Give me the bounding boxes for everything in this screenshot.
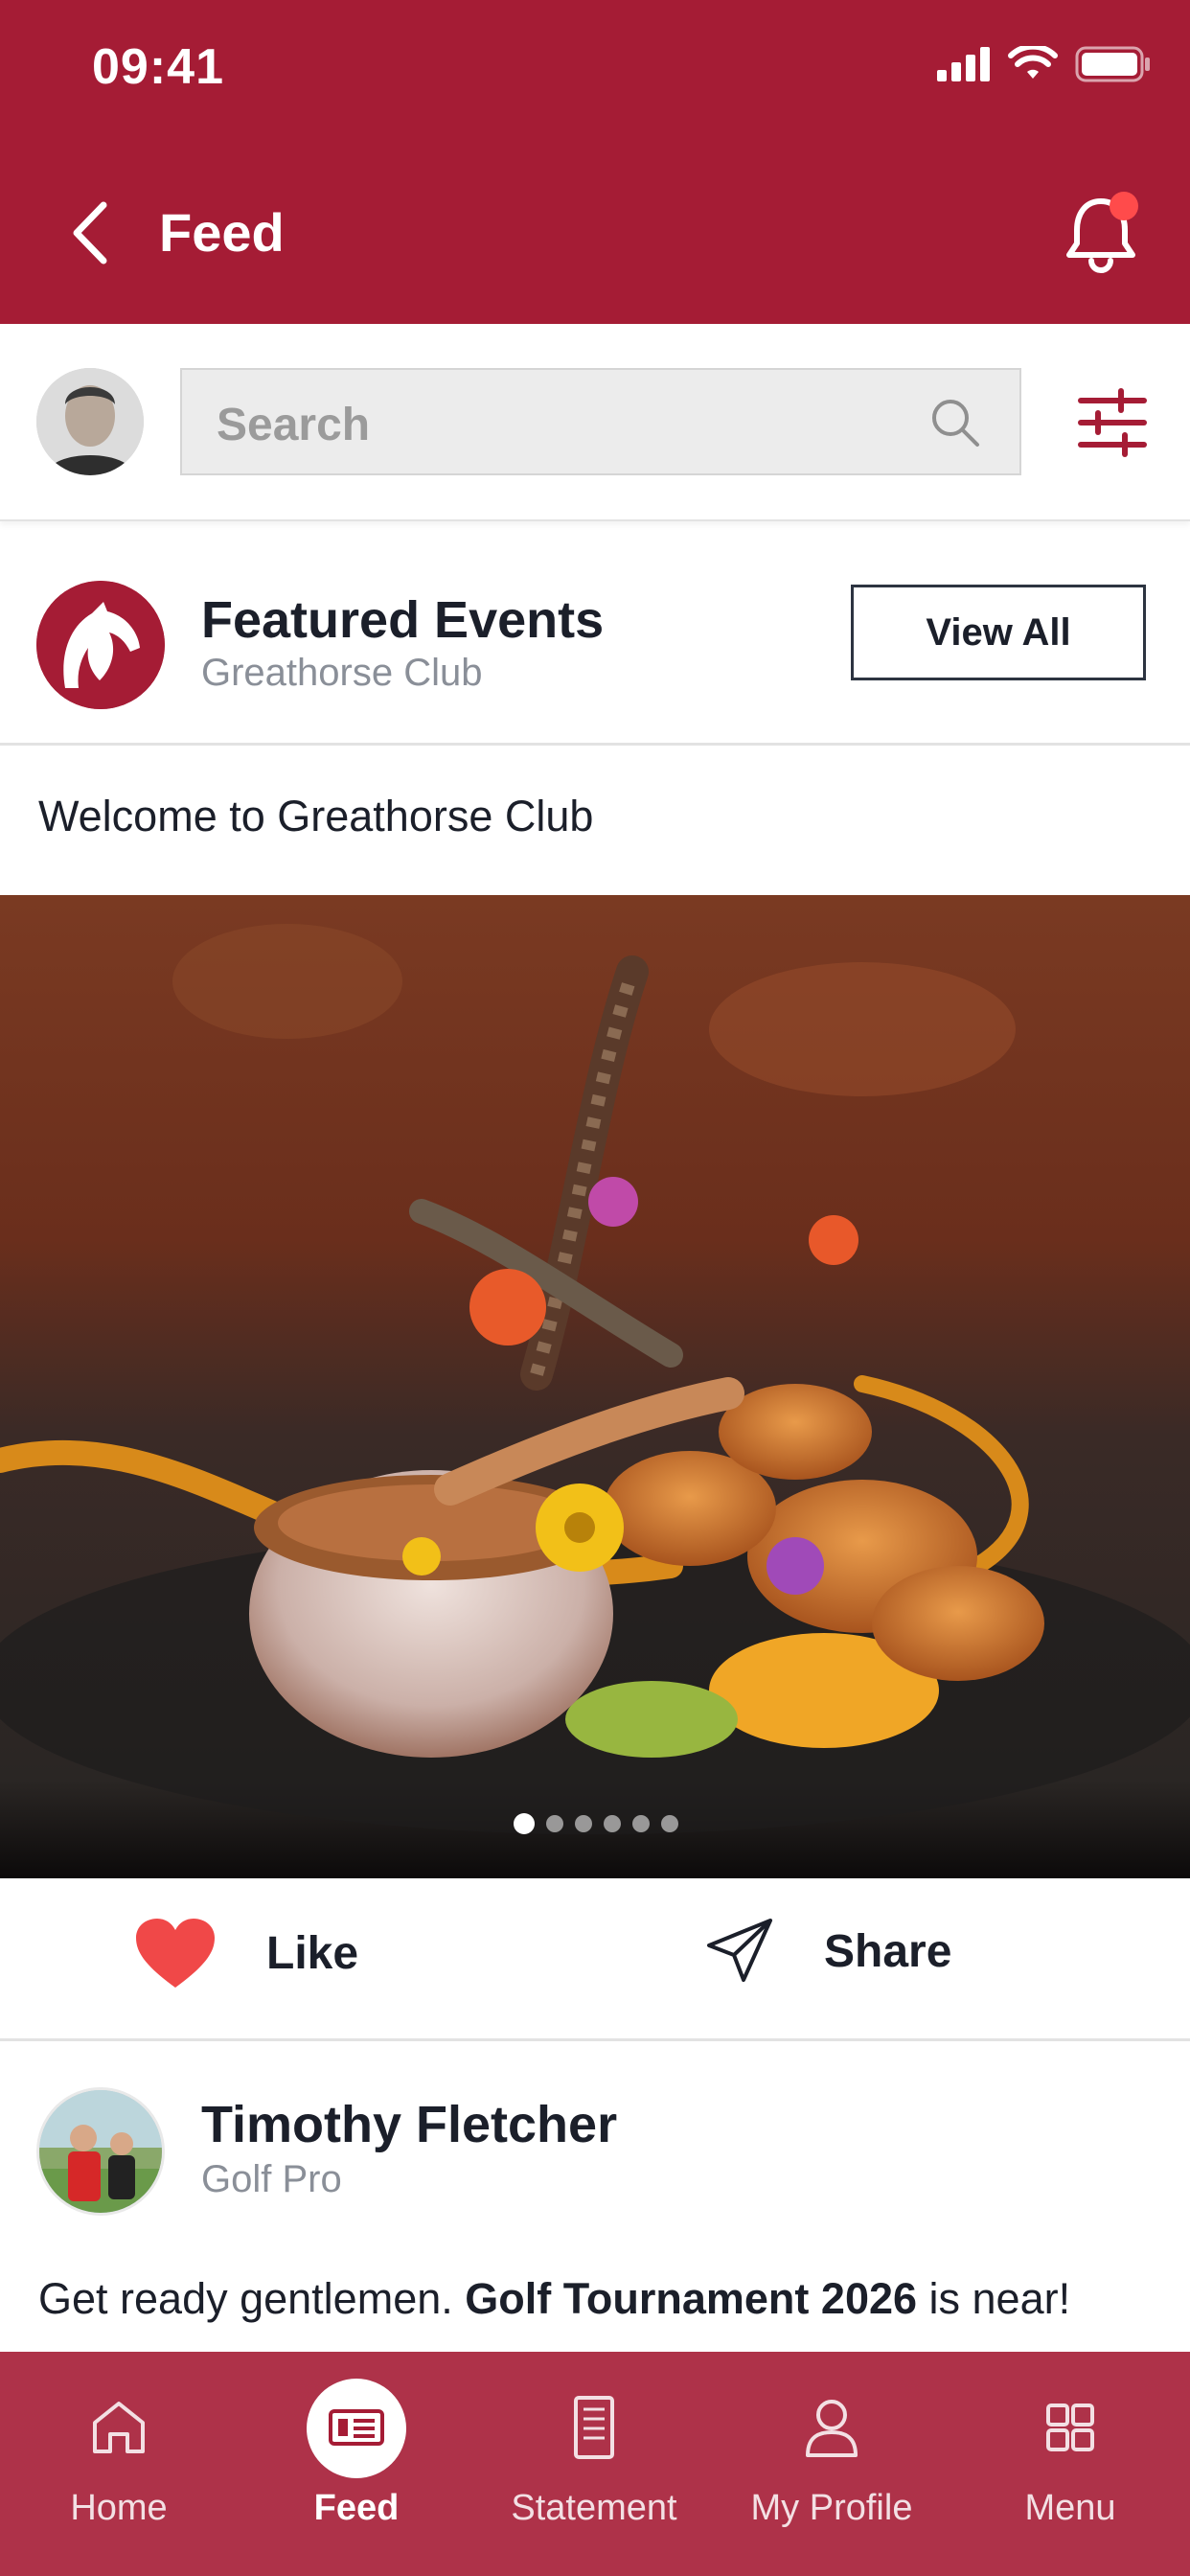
status-time: 09:41: [92, 39, 224, 95]
tab-home[interactable]: Home: [0, 2352, 238, 2576]
battery-icon: [1075, 46, 1150, 82]
like-label: Like: [266, 1927, 359, 1979]
featured-events-subtitle: Greathorse Club: [201, 652, 483, 694]
carousel-dot[interactable]: [632, 1815, 650, 1832]
grid-icon: [1046, 2404, 1094, 2451]
share-label: Share: [824, 1925, 952, 1977]
search-placeholder: Search: [217, 400, 371, 450]
view-all-button[interactable]: View All: [851, 585, 1146, 680]
home-icon: [93, 2402, 145, 2453]
cellular-signal-icon: [937, 47, 990, 81]
search-input[interactable]: Search: [180, 368, 1021, 475]
tab-menu[interactable]: Menu: [950, 2352, 1190, 2576]
notification-dot: [1110, 192, 1138, 220]
tab-statement-label: Statement: [511, 2488, 677, 2528]
profile-icon: [806, 2400, 858, 2457]
back-arrow-icon[interactable]: [67, 199, 115, 266]
carousel-indicator[interactable]: [514, 1813, 678, 1834]
post-author-name[interactable]: Timothy Fletcher: [201, 2095, 617, 2154]
statement-icon: [574, 2396, 614, 2459]
post-author-role: Golf Pro: [201, 2158, 342, 2200]
tab-statement[interactable]: Statement: [475, 2352, 713, 2576]
tab-feed[interactable]: Feed: [238, 2352, 475, 2576]
tab-my-profile-label: My Profile: [750, 2488, 913, 2528]
tab-home-label: Home: [70, 2488, 168, 2528]
share-button[interactable]: Share: [705, 1917, 951, 1986]
wifi-icon: [1008, 46, 1058, 79]
tab-my-profile[interactable]: My Profile: [713, 2352, 950, 2576]
search-icon: [932, 400, 979, 447]
featured-events-header: Featured Events Greathorse Club View All: [0, 521, 1190, 746]
post-actions: Like Share: [0, 1878, 1190, 2041]
post-author-avatar[interactable]: [36, 2087, 165, 2216]
welcome-text: Welcome to Greathorse Club: [38, 792, 594, 840]
user-avatar[interactable]: [36, 368, 144, 475]
app-header: 09:41 Feed: [0, 0, 1190, 324]
tab-feed-label: Feed: [313, 2488, 400, 2528]
post-text-plain: Get ready gentlemen.: [38, 2274, 466, 2323]
feed-icon: [329, 2409, 384, 2446]
carousel-dot[interactable]: [604, 1815, 621, 1832]
post-text: Get ready gentlemen. Golf Tournament 202…: [38, 2269, 1131, 2329]
featured-events-title: Featured Events: [201, 591, 605, 649]
club-logo: [36, 581, 165, 709]
carousel-dot[interactable]: [546, 1815, 563, 1832]
post-text-tail: is near!: [917, 2274, 1071, 2323]
bottom-tab-bar: Home Feed Statement My Profile Menu: [0, 2352, 1190, 2576]
carousel-dot[interactable]: [514, 1813, 535, 1834]
event-image-carousel[interactable]: [0, 895, 1190, 1878]
page-title: Feed: [159, 202, 285, 263]
status-icons: [937, 46, 1152, 82]
send-icon: [707, 1919, 772, 1982]
post-text-bold: Golf Tournament 2026: [465, 2274, 918, 2323]
carousel-dot[interactable]: [575, 1815, 592, 1832]
like-button[interactable]: Like: [134, 1917, 358, 1990]
heart-icon: [136, 1919, 215, 1988]
tab-menu-label: Menu: [1024, 2488, 1116, 2528]
search-row: Search: [0, 324, 1190, 521]
filter-sliders-icon[interactable]: [1077, 387, 1148, 458]
carousel-dot[interactable]: [661, 1815, 678, 1832]
